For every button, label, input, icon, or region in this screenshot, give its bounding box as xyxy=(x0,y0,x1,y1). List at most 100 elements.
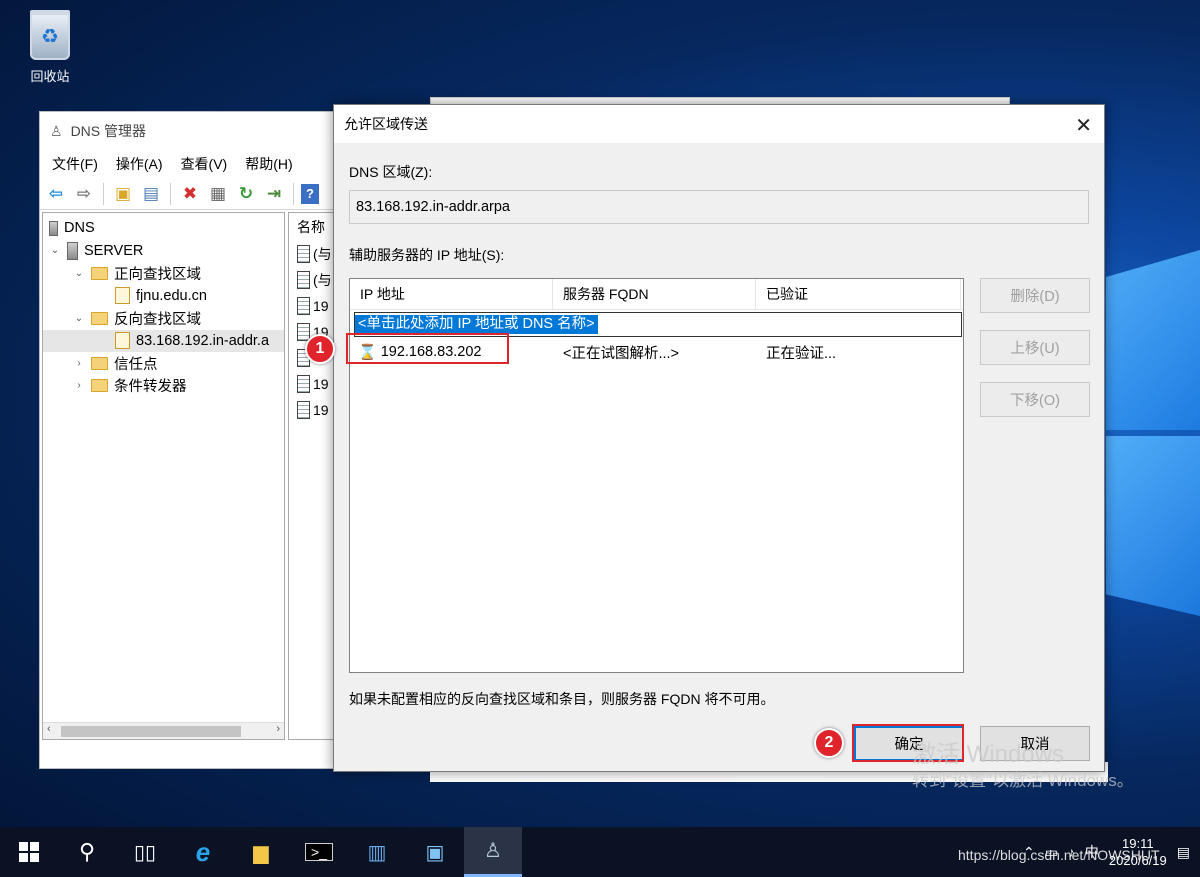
zone-value: 83.168.192.in-addr.arpa xyxy=(356,199,510,215)
annotation-badge-1: 1 xyxy=(305,334,335,364)
record-icon xyxy=(297,297,310,315)
zone-transfer-dialog: 允许区域传送 ✕ DNS 区域(Z): 83.168.192.in-addr.a… xyxy=(333,104,1105,772)
tree-node-label: DNS xyxy=(64,220,95,237)
folder-icon xyxy=(91,311,108,325)
column-header-fqdn[interactable]: 服务器 FQDN xyxy=(553,279,756,309)
menu-file[interactable]: 文件(F) xyxy=(52,154,98,174)
menu-help[interactable]: 帮助(H) xyxy=(245,154,292,174)
delete-icon[interactable]: ✖ xyxy=(178,182,202,206)
cell-verified: 正在验证... xyxy=(766,345,837,362)
recycle-bin-icon xyxy=(30,10,70,60)
cell-fqdn: <正在试图解析...> xyxy=(563,345,680,362)
record-icon xyxy=(297,245,310,263)
chevron-down-icon[interactable]: ⌄ xyxy=(49,245,61,256)
close-icon[interactable]: ✕ xyxy=(1075,113,1092,138)
scroll-left-icon[interactable]: ‹ xyxy=(47,723,51,735)
dns-manager-icon: ♙ xyxy=(50,122,63,139)
zone-field: 83.168.192.in-addr.arpa xyxy=(349,190,1089,224)
servers-label: 辅助服务器的 IP 地址(S): xyxy=(349,247,505,263)
dialog-titlebar[interactable]: 允许区域传送 ✕ xyxy=(334,105,1104,143)
server-manager-icon[interactable]: ▥ xyxy=(348,827,406,877)
toolbar-divider xyxy=(103,182,104,205)
tree-node-dns[interactable]: DNS xyxy=(43,217,284,240)
menu-view[interactable]: 查看(V) xyxy=(181,154,228,174)
back-arrow-icon[interactable]: ⇦ xyxy=(44,182,68,206)
export-icon[interactable]: ⇥ xyxy=(262,182,286,206)
list-item-label: (与 xyxy=(313,246,332,262)
list-item-label: 19 xyxy=(313,376,329,392)
tree-horizontal-scrollbar[interactable]: ‹ › xyxy=(43,722,284,739)
folder-icon xyxy=(91,266,108,280)
tree-node-label: fjnu.edu.cn xyxy=(136,287,207,304)
list-header: IP 地址 服务器 FQDN 已验证 xyxy=(350,279,963,310)
annotation-badge-2: 2 xyxy=(814,728,844,758)
task-view-icon[interactable]: ▯▯ xyxy=(116,827,174,877)
folder-icon xyxy=(91,356,108,370)
console-tree: DNS ⌄ SERVER ⌄ 正向查找区域 fjnu.edu.cn ⌄ 反向查找… xyxy=(42,212,285,740)
tree-node-label: 条件转发器 xyxy=(114,379,187,396)
add-server-placeholder[interactable]: <单击此处添加 IP 地址或 DNS 名称> xyxy=(355,315,598,334)
scrollbar-thumb[interactable] xyxy=(61,726,241,737)
delete-button[interactable]: 删除(D) xyxy=(980,278,1090,313)
dns-manager-taskbar-icon[interactable]: ♙ xyxy=(464,827,522,877)
fqdn-note: 如果未配置相应的反向查找区域和条目，则服务器 FQDN 将不可用。 xyxy=(349,691,775,707)
zone-label: DNS 区域(Z): xyxy=(349,164,433,180)
tree-node-server[interactable]: ⌄ SERVER xyxy=(43,240,284,263)
record-icon xyxy=(297,271,310,289)
column-header-verified[interactable]: 已验证 xyxy=(756,279,961,309)
zone-icon xyxy=(115,332,130,350)
tree-node-forward-zones[interactable]: ⌄ 正向查找区域 xyxy=(43,262,284,285)
tree-node-forward-zone-item[interactable]: fjnu.edu.cn xyxy=(43,285,284,308)
list-item-label: 19 xyxy=(313,298,329,314)
activation-watermark-title: 激活 Windows xyxy=(912,741,1065,768)
toolbar-divider xyxy=(293,182,294,205)
dns-manager-title: DNS 管理器 xyxy=(70,123,147,139)
menu-bar: 文件(F) 操作(A) 查看(V) 帮助(H) xyxy=(40,150,338,178)
dns-icon xyxy=(49,220,58,236)
menu-action[interactable]: 操作(A) xyxy=(116,154,163,174)
tree-node-label: 83.168.192.in-addr.a xyxy=(136,332,270,349)
command-prompt-icon[interactable]: >_ xyxy=(290,827,348,877)
file-explorer-icon[interactable]: ▆ xyxy=(232,827,290,877)
zone-icon xyxy=(115,287,130,305)
recycle-bin-label: 回收站 xyxy=(30,69,70,84)
internet-explorer-icon[interactable]: e xyxy=(174,827,232,877)
dns-manager-titlebar[interactable]: ♙ DNS 管理器 xyxy=(40,112,338,150)
start-button[interactable] xyxy=(0,827,58,877)
show-tree-icon[interactable]: ▤ xyxy=(139,182,163,206)
tree-node-reverse-zone-item[interactable]: 83.168.192.in-addr.a xyxy=(43,329,284,352)
up-folder-icon[interactable]: ▣ xyxy=(111,182,135,206)
refresh-icon[interactable]: ↻ xyxy=(234,182,258,206)
tree-node-trust-points[interactable]: › 信任点 xyxy=(43,352,284,375)
annotation-box-ip xyxy=(346,333,509,364)
tree-node-label: 信任点 xyxy=(114,356,158,373)
column-header-ip[interactable]: IP 地址 xyxy=(350,279,553,309)
list-item-label: 19 xyxy=(313,402,329,418)
properties-icon[interactable]: ▦ xyxy=(206,182,230,206)
list-item-label: (与 xyxy=(313,272,332,288)
chevron-down-icon[interactable]: ⌄ xyxy=(73,313,85,324)
record-icon xyxy=(297,401,310,419)
folder-icon xyxy=(91,379,108,393)
server-icon xyxy=(67,241,78,260)
chevron-right-icon[interactable]: › xyxy=(73,380,85,391)
forward-arrow-icon[interactable]: ⇨ xyxy=(72,182,96,206)
chevron-right-icon[interactable]: › xyxy=(73,358,85,369)
control-panel-icon[interactable]: ▣ xyxy=(406,827,464,877)
dialog-title: 允许区域传送 xyxy=(344,116,428,132)
toolbar: ⇦ ⇨ ▣ ▤ ✖ ▦ ↻ ⇥ ? xyxy=(40,178,338,210)
tree-node-label: 反向查找区域 xyxy=(114,311,201,328)
activation-watermark-text: 转到"设置"以激活 Windows。 xyxy=(912,771,1134,790)
move-down-button[interactable]: 下移(O) xyxy=(980,382,1090,417)
tree-node-conditional-forwarders[interactable]: › 条件转发器 xyxy=(43,375,284,398)
windows-start-icon xyxy=(19,842,39,862)
search-icon[interactable]: ⚲ xyxy=(58,827,116,877)
chevron-down-icon[interactable]: ⌄ xyxy=(73,268,85,279)
notification-icon[interactable]: ▤ xyxy=(1177,844,1190,861)
scroll-right-icon[interactable]: › xyxy=(276,723,280,735)
move-up-button[interactable]: 上移(U) xyxy=(980,330,1090,365)
help-icon[interactable]: ? xyxy=(301,183,319,204)
tree-node-label: 正向查找区域 xyxy=(114,266,201,283)
tree-node-reverse-zones[interactable]: ⌄ 反向查找区域 xyxy=(43,307,284,330)
recycle-bin[interactable]: 回收站 xyxy=(20,10,80,85)
